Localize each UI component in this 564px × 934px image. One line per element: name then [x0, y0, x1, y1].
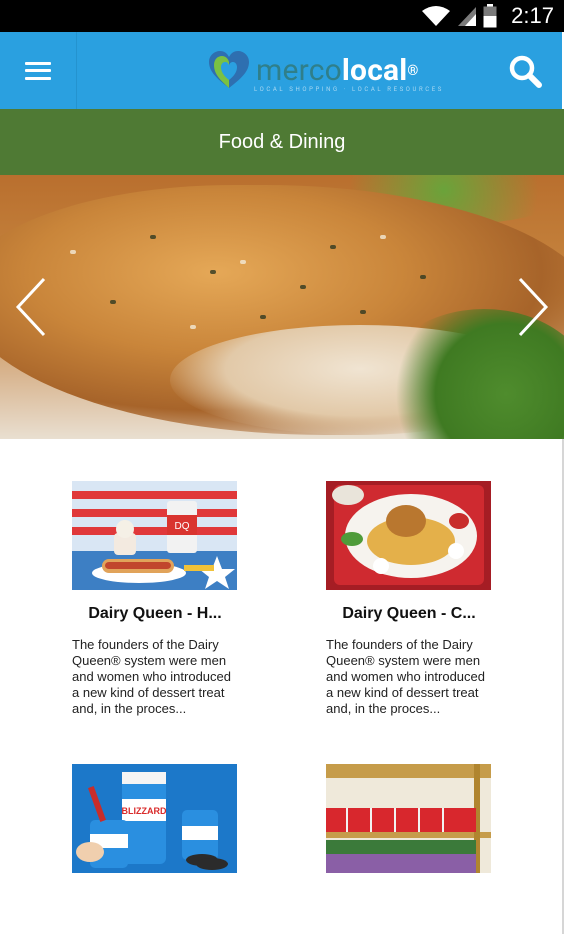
chevron-left-icon[interactable] [12, 275, 52, 339]
svg-text:BLIZZARD: BLIZZARD [122, 806, 167, 816]
listing-description: The founders of the Dairy Queen® system … [72, 637, 231, 716]
listing-thumbnail[interactable] [326, 764, 491, 873]
listing-card[interactable]: DQ Dairy Queen - H... The founders of th… [72, 481, 238, 717]
svg-text:DQ: DQ [175, 521, 190, 532]
chevron-right-icon[interactable] [512, 275, 552, 339]
logo-text-merco: merco [256, 53, 342, 88]
listing-thumbnail[interactable] [326, 481, 491, 590]
search-icon[interactable] [508, 54, 542, 88]
listing-title[interactable]: Dairy Queen - C... [326, 605, 492, 623]
hero-slider[interactable] [0, 175, 564, 439]
listing-thumbnail[interactable]: BLIZZARD [72, 764, 237, 873]
listing-card[interactable] [326, 764, 492, 873]
status-time: 2:17 [511, 3, 554, 28]
cell-signal-icon [458, 7, 477, 26]
app-bar: mercolocal® LOCAL SHOPPING · LOCAL RESOU… [0, 32, 562, 109]
app-logo: mercolocal® LOCAL SHOPPING · LOCAL RESOU… [208, 50, 441, 94]
listing-title[interactable]: Dairy Queen - H... [72, 605, 238, 623]
hamburger-icon [25, 61, 51, 80]
listing-description: The founders of the Dairy Queen® system … [326, 637, 485, 716]
logo-registered-mark: ® [407, 63, 419, 79]
listing-card[interactable]: BLIZZARD [72, 764, 238, 873]
menu-button[interactable] [0, 32, 77, 109]
listing-card[interactable]: Dairy Queen - C... The founders of the D… [326, 481, 492, 717]
category-header: Food & Dining [0, 109, 564, 175]
logo-tagline: LOCAL SHOPPING · LOCAL RESOURCES [254, 86, 444, 93]
logo-text-local: local [341, 53, 408, 88]
status-bar: 2:17 [0, 0, 564, 32]
wifi-icon [422, 6, 451, 26]
battery-icon [483, 4, 497, 28]
listing-thumbnail[interactable]: DQ [72, 481, 237, 590]
category-title: Food & Dining [218, 130, 346, 153]
heart-logo-icon [209, 51, 249, 88]
